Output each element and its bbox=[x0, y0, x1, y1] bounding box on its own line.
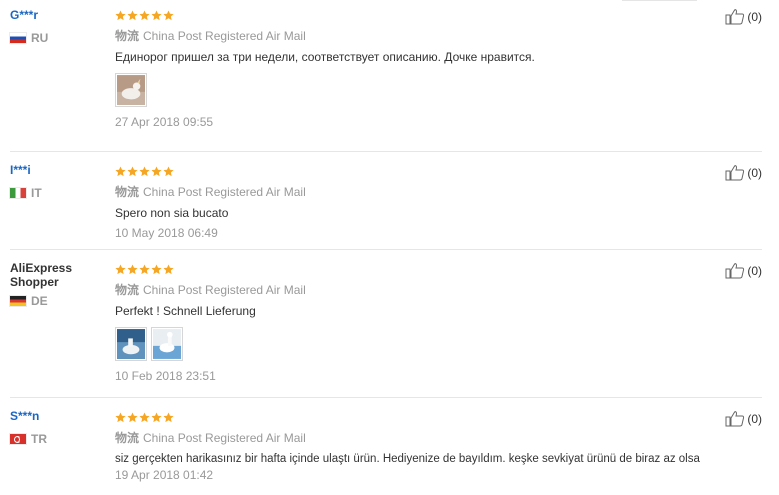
star-icon bbox=[163, 10, 174, 21]
star-icon bbox=[127, 412, 138, 423]
useful-button[interactable]: (0) bbox=[725, 8, 762, 25]
star-icon bbox=[151, 412, 162, 423]
flag-it-icon bbox=[10, 188, 26, 198]
logistics-label: 物流 bbox=[115, 185, 140, 199]
country-code: IT bbox=[31, 186, 42, 200]
review-text: siz gerçekten harikasınız bir hafta için… bbox=[115, 453, 700, 465]
review-date: 10 May 2018 06:49 bbox=[115, 226, 218, 240]
top-divider bbox=[622, 0, 697, 1]
star-icon bbox=[163, 412, 174, 423]
review-images bbox=[115, 327, 755, 361]
reviewer-country: DE bbox=[10, 294, 105, 308]
useful-count: (0) bbox=[747, 165, 762, 180]
thumbs-up-icon bbox=[725, 411, 745, 427]
reviewer-name[interactable]: G***r bbox=[10, 8, 105, 22]
star-icon bbox=[139, 166, 150, 177]
star-icon bbox=[151, 264, 162, 275]
review-date: 10 Feb 2018 23:51 bbox=[115, 369, 216, 383]
useful-button[interactable]: (0) bbox=[725, 164, 762, 181]
review-text: Spero non sia bucato bbox=[115, 206, 229, 220]
star-icon bbox=[163, 264, 174, 275]
review-item: AliExpress Shopper DE 物流 China Post Regis… bbox=[10, 253, 762, 398]
review-item: S***n TR 物流 China Post Registered Air Mai… bbox=[10, 401, 762, 495]
thumbs-up-icon bbox=[725, 165, 745, 181]
logistics-method: China Post Registered Air Mail bbox=[143, 283, 306, 297]
star-icon bbox=[115, 412, 126, 423]
flag-tr-icon bbox=[10, 434, 26, 444]
reviewer-country: TR bbox=[10, 432, 105, 446]
reviewer-name[interactable]: I***i bbox=[10, 163, 105, 177]
reviewer-country: IT bbox=[10, 186, 105, 200]
star-rating bbox=[115, 264, 755, 276]
star-icon bbox=[115, 10, 126, 21]
review-images bbox=[115, 73, 755, 107]
logistics-info: 物流 China Post Registered Air Mail bbox=[115, 185, 755, 200]
star-rating bbox=[115, 412, 755, 424]
star-icon bbox=[139, 264, 150, 275]
useful-button[interactable]: (0) bbox=[725, 262, 762, 279]
logistics-info: 物流 China Post Registered Air Mail bbox=[115, 283, 755, 298]
logistics-info: 物流 China Post Registered Air Mail bbox=[115, 431, 755, 446]
useful-count: (0) bbox=[747, 263, 762, 278]
review-content: 物流 China Post Registered Air Mail Spero n… bbox=[115, 164, 755, 241]
star-icon bbox=[151, 10, 162, 21]
reviewer-info: AliExpress Shopper DE bbox=[10, 261, 105, 308]
star-icon bbox=[139, 10, 150, 21]
review-item: I***i IT 物流 China Post Registered Air Mai… bbox=[10, 155, 762, 250]
star-icon bbox=[139, 412, 150, 423]
logistics-info: 物流 China Post Registered Air Mail bbox=[115, 29, 755, 44]
star-rating bbox=[115, 166, 755, 178]
logistics-method: China Post Registered Air Mail bbox=[143, 29, 306, 43]
reviewer-name: AliExpress Shopper bbox=[10, 261, 73, 289]
review-text: Perfekt ! Schnell Lieferung bbox=[115, 304, 256, 318]
useful-count: (0) bbox=[747, 411, 762, 426]
reviewer-country: RU bbox=[10, 31, 105, 45]
review-content: 物流 China Post Registered Air Mail Perfekt… bbox=[115, 262, 755, 384]
reviewer-name[interactable]: S***n bbox=[10, 409, 105, 423]
star-icon bbox=[151, 166, 162, 177]
review-text: Единорог пришел за три недели, соответст… bbox=[115, 50, 535, 64]
star-icon bbox=[163, 166, 174, 177]
useful-count: (0) bbox=[747, 9, 762, 24]
flag-ru-icon bbox=[10, 33, 26, 43]
logistics-label: 物流 bbox=[115, 29, 140, 43]
flag-de-icon bbox=[10, 296, 26, 306]
country-code: RU bbox=[31, 31, 49, 45]
logistics-method: China Post Registered Air Mail bbox=[143, 431, 306, 445]
star-icon bbox=[127, 264, 138, 275]
review-image-thumbnail[interactable] bbox=[115, 327, 147, 361]
star-icon bbox=[115, 264, 126, 275]
useful-button[interactable]: (0) bbox=[725, 410, 762, 427]
reviewer-info: S***n TR bbox=[10, 409, 105, 446]
logistics-label: 物流 bbox=[115, 431, 140, 445]
logistics-label: 物流 bbox=[115, 283, 140, 297]
review-date: 19 Apr 2018 01:42 bbox=[115, 468, 214, 482]
thumbs-up-icon bbox=[725, 263, 745, 279]
logistics-method: China Post Registered Air Mail bbox=[143, 185, 306, 199]
country-code: DE bbox=[31, 294, 48, 308]
star-icon bbox=[127, 166, 138, 177]
star-icon bbox=[127, 10, 138, 21]
review-item: G***r RU 物流 China Post Registered Air Mai… bbox=[10, 8, 762, 152]
review-content: 物流 China Post Registered Air Mail Единоро… bbox=[115, 8, 755, 130]
country-code: TR bbox=[31, 432, 47, 446]
review-content: 物流 China Post Registered Air Mail siz ger… bbox=[115, 410, 755, 483]
reviewer-info: G***r RU bbox=[10, 8, 105, 45]
review-date: 27 Apr 2018 09:55 bbox=[115, 115, 214, 129]
star-rating bbox=[115, 10, 755, 22]
star-icon bbox=[115, 166, 126, 177]
review-image-thumbnail[interactable] bbox=[115, 73, 147, 107]
reviewer-info: I***i IT bbox=[10, 163, 105, 200]
thumbs-up-icon bbox=[725, 9, 745, 25]
review-image-thumbnail[interactable] bbox=[151, 327, 183, 361]
